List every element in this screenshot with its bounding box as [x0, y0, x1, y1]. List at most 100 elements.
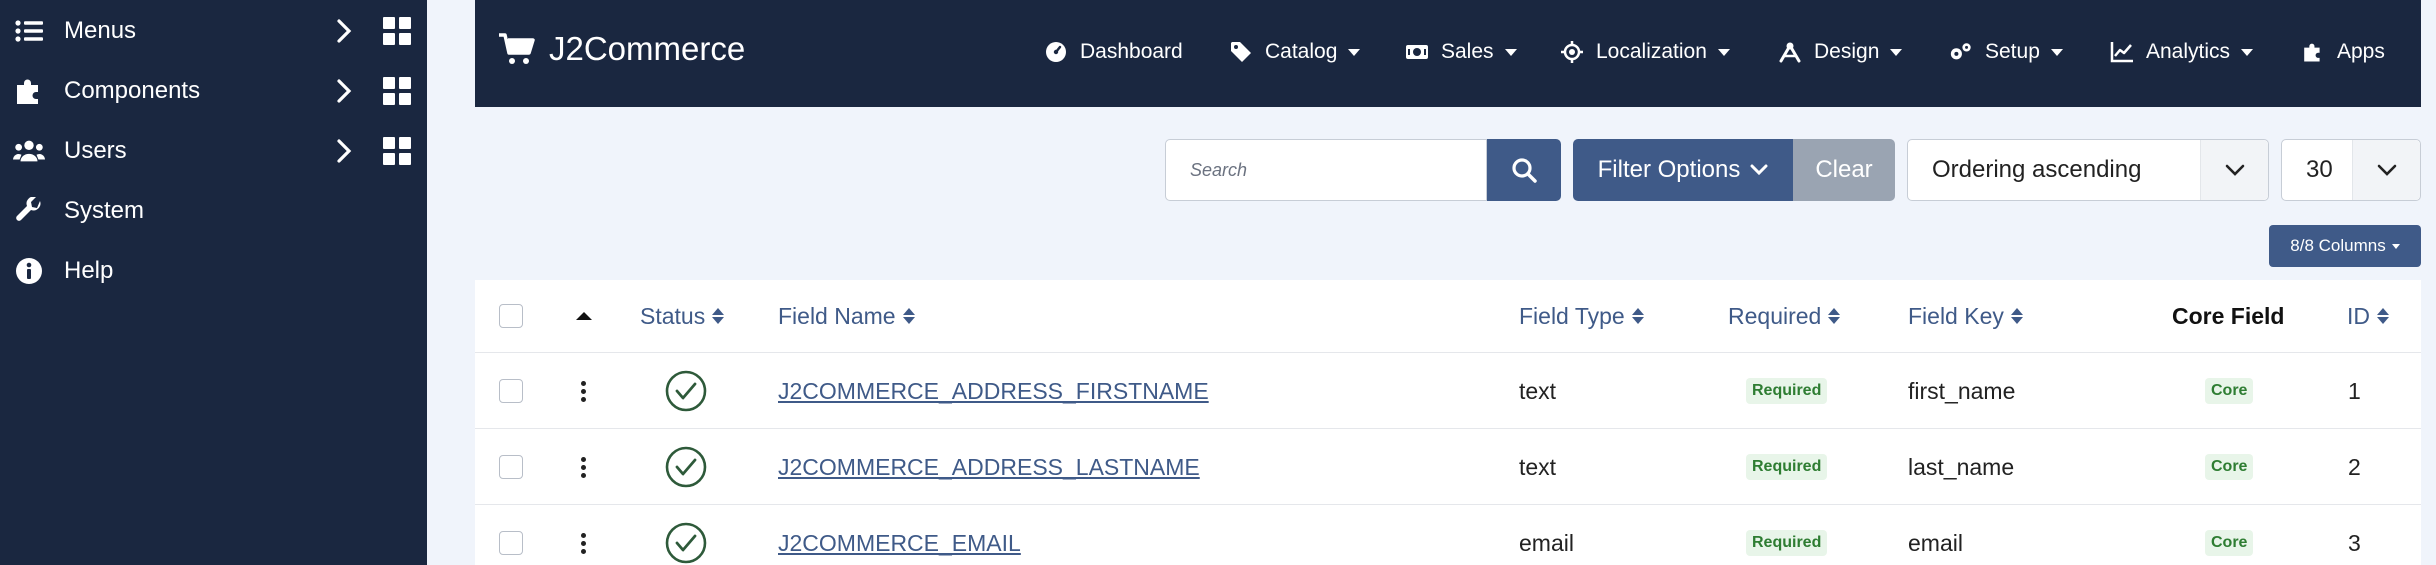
nav-analytics[interactable]: Analytics: [2110, 36, 2254, 68]
field-key: last_name: [1908, 453, 2015, 480]
table-row: J2COMMERCE_ADDRESS_FIRSTNAME text Requir…: [475, 352, 2421, 428]
sidebar-item-components[interactable]: Components: [0, 61, 427, 121]
sort-icon: [902, 308, 915, 324]
search-input[interactable]: [1165, 139, 1487, 201]
row-checkbox[interactable]: [499, 505, 523, 565]
shopping-cart-icon: [499, 33, 535, 64]
required-badge: Required: [1746, 454, 1828, 480]
filter-options-button[interactable]: Filter Options: [1573, 139, 1793, 201]
kebab-menu-icon[interactable]: [579, 353, 587, 429]
required-badge: Required: [1746, 530, 1828, 556]
nav-dashboard[interactable]: Dashboard: [1044, 36, 1183, 68]
chevron-right-icon[interactable]: [334, 77, 354, 105]
column-header-core-field: Core Field: [2172, 280, 2284, 352]
ordering-select[interactable]: Ordering ascending: [1907, 139, 2269, 201]
nav-label: Design: [1814, 40, 1880, 63]
location-icon: [1560, 40, 1584, 64]
design-icon: [1778, 40, 1802, 64]
caret-down-icon: [2050, 48, 2063, 56]
column-header-field-key[interactable]: Field Key: [1908, 280, 2023, 352]
core-badge: Core: [2205, 454, 2254, 480]
published-check-icon[interactable]: [665, 353, 707, 429]
sort-icon: [1828, 308, 1841, 324]
ordering-sort-icon[interactable]: [575, 280, 593, 352]
dashboard-grid-icon[interactable]: [383, 17, 411, 45]
field-name-link[interactable]: J2COMMERCE_ADDRESS_FIRSTNAME: [778, 378, 1209, 405]
tag-icon: [1229, 40, 1253, 64]
dashboard-grid-icon[interactable]: [383, 77, 411, 105]
published-check-icon[interactable]: [665, 505, 707, 565]
header-label: ID: [2347, 302, 2370, 329]
kebab-menu-icon[interactable]: [579, 429, 587, 505]
sort-icon: [2377, 308, 2389, 324]
sidebar-item-label: Components: [64, 77, 201, 104]
sidebar-item-users[interactable]: Users: [0, 121, 427, 181]
kebab-menu-icon[interactable]: [579, 505, 587, 565]
nav-design[interactable]: Design: [1778, 36, 1903, 68]
list-icon: [13, 15, 45, 47]
sidebar-item-system[interactable]: System: [0, 181, 427, 241]
search-icon: [1512, 158, 1537, 183]
sidebar-item-menus[interactable]: Menus: [0, 1, 427, 61]
puzzle-icon: [13, 75, 45, 107]
nav-apps[interactable]: Apps: [2301, 36, 2385, 68]
clear-button[interactable]: Clear: [1793, 139, 1895, 201]
nav-label: Catalog: [1265, 40, 1338, 63]
column-header-required[interactable]: Required: [1728, 280, 1841, 352]
field-name-link[interactable]: J2COMMERCE_EMAIL: [778, 530, 1021, 557]
sidebar: Menus Components Users System Help: [0, 0, 427, 565]
chevron-right-icon[interactable]: [334, 17, 354, 45]
column-header-status[interactable]: Status: [640, 280, 725, 352]
chevron-down-icon: [1750, 164, 1768, 176]
dashboard-icon: [1044, 40, 1068, 64]
field-type: text: [1519, 453, 1557, 480]
wrench-icon: [13, 195, 45, 227]
fields-table: Status Field Name Field Type Required Fi…: [475, 280, 2421, 565]
sidebar-item-label: System: [64, 197, 145, 224]
core-badge: Core: [2205, 378, 2254, 404]
columns-label: 8/8 Columns: [2290, 236, 2386, 255]
column-header-field-name[interactable]: Field Name: [778, 280, 915, 352]
sidebar-item-label: Help: [64, 257, 114, 284]
nav-label: Sales: [1441, 40, 1494, 63]
nav-label: Setup: [1985, 40, 2040, 63]
chevron-right-icon[interactable]: [334, 137, 354, 165]
header-label: Core Field: [2172, 302, 2285, 329]
header-label: Field Name: [778, 302, 896, 329]
sidebar-item-label: Menus: [64, 17, 137, 44]
ordering-value: Ordering ascending: [1932, 156, 2142, 183]
puzzle-icon: [2301, 40, 2325, 64]
gears-icon: [1949, 40, 1973, 64]
dashboard-grid-icon[interactable]: [383, 137, 411, 165]
column-header-field-type[interactable]: Field Type: [1519, 280, 1644, 352]
row-checkbox[interactable]: [499, 429, 523, 505]
select-all-checkbox[interactable]: [499, 280, 523, 352]
sort-icon: [712, 308, 725, 324]
component-header: J2Commerce Dashboard Catalog Sales Local…: [475, 0, 2421, 107]
caret-down-icon: [2241, 48, 2254, 56]
caret-down-icon: [1348, 48, 1361, 56]
caret-down-icon: [1504, 48, 1517, 56]
brand-name: J2Commerce: [549, 30, 746, 67]
header-label: Field Key: [1908, 302, 2004, 329]
nav-label: Dashboard: [1080, 40, 1183, 63]
list-limit-select[interactable]: 30: [2281, 139, 2421, 201]
nav-sales[interactable]: Sales: [1405, 36, 1517, 68]
search-button[interactable]: [1487, 139, 1561, 201]
field-id: 1: [2348, 377, 2361, 404]
nav-label: Apps: [2337, 40, 2385, 63]
field-name-link[interactable]: J2COMMERCE_ADDRESS_LASTNAME: [778, 454, 1200, 481]
chart-icon: [2110, 40, 2134, 64]
field-key: first_name: [1908, 377, 2016, 404]
nav-localization[interactable]: Localization: [1560, 36, 1730, 68]
caret-down-icon: [1717, 48, 1730, 56]
sidebar-item-help[interactable]: Help: [0, 241, 427, 301]
nav-setup[interactable]: Setup: [1949, 36, 2063, 68]
row-checkbox[interactable]: [499, 353, 523, 429]
info-icon: [13, 255, 45, 287]
published-check-icon[interactable]: [665, 429, 707, 505]
brand[interactable]: J2Commerce: [499, 30, 745, 68]
nav-catalog[interactable]: Catalog: [1229, 36, 1361, 68]
columns-button[interactable]: 8/8 Columns: [2269, 225, 2421, 267]
column-header-id[interactable]: ID: [2347, 280, 2389, 352]
